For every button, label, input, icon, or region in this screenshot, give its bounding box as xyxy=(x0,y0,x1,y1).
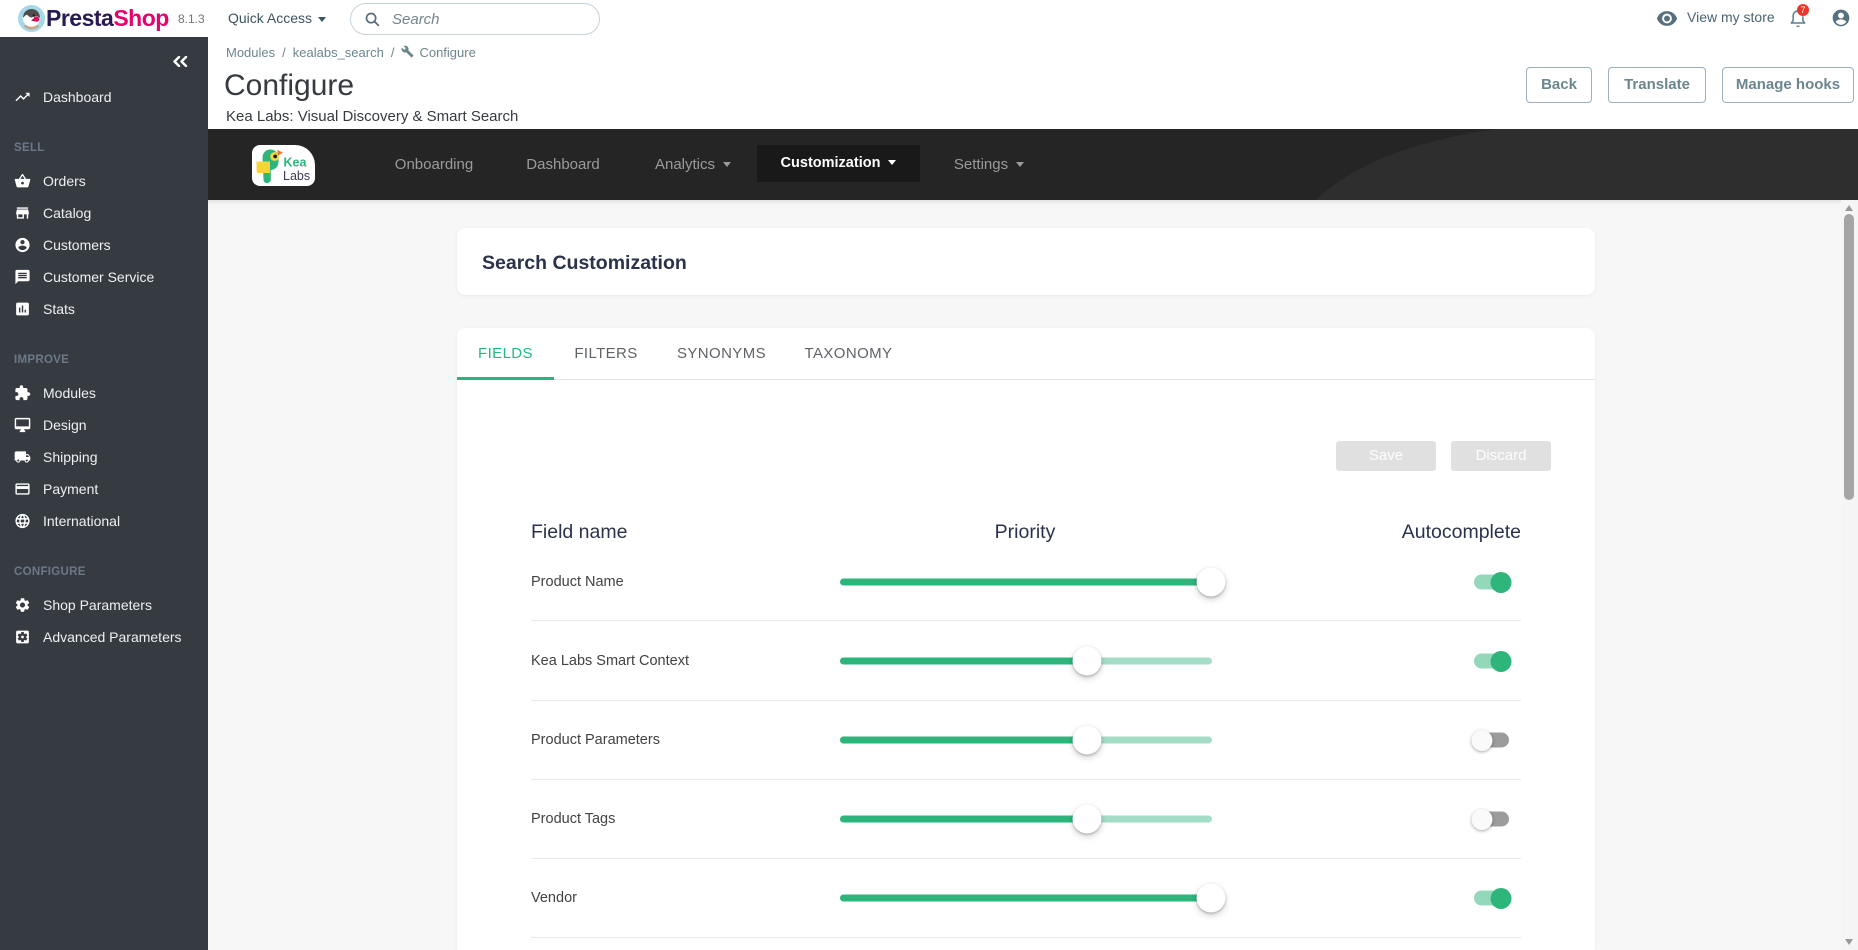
svg-text:Labs: Labs xyxy=(283,169,310,183)
svg-text:Kea: Kea xyxy=(284,156,308,170)
